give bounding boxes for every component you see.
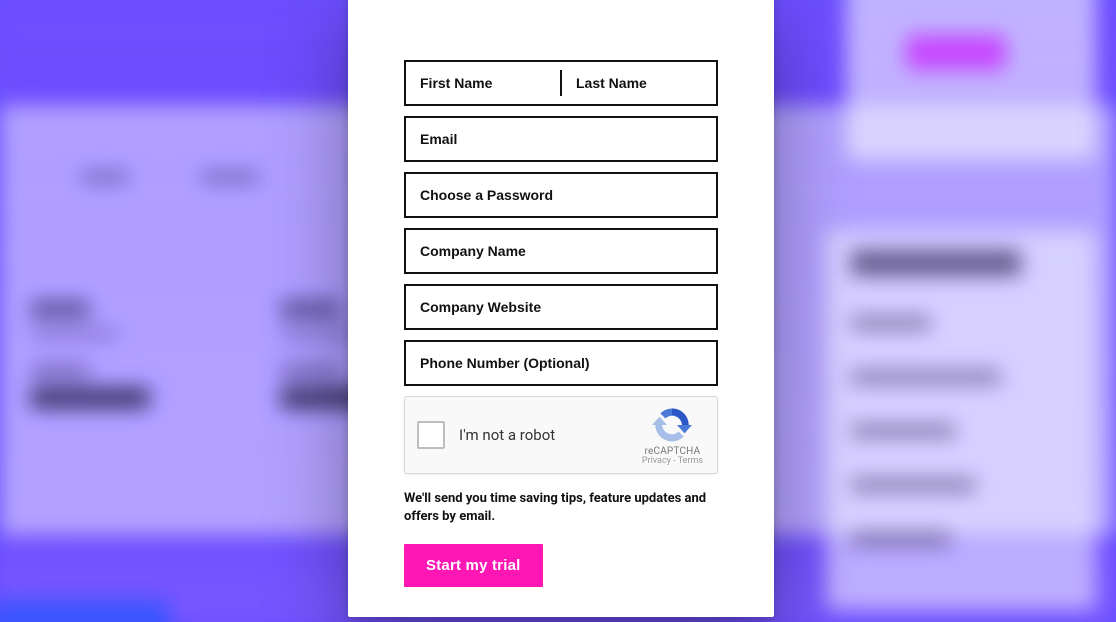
recaptcha-icon	[652, 405, 692, 445]
recaptcha-terms-link[interactable]: Terms	[678, 456, 703, 466]
recaptcha-widget: I'm not a robot reCAPTCHA Privacy - Term…	[404, 396, 718, 474]
start-trial-button[interactable]: Start my trial	[404, 544, 543, 587]
last-name-input[interactable]	[562, 62, 716, 104]
phone-input[interactable]	[406, 342, 716, 384]
password-field-row	[404, 172, 718, 218]
recaptcha-badge: reCAPTCHA Privacy - Terms	[642, 405, 703, 466]
company-website-input[interactable]	[406, 286, 716, 328]
email-field-row	[404, 116, 718, 162]
recaptcha-privacy-link[interactable]: Privacy	[642, 456, 671, 466]
website-field-row	[404, 284, 718, 330]
company-field-row	[404, 228, 718, 274]
signup-form: I'm not a robot reCAPTCHA Privacy - Term…	[404, 60, 718, 587]
email-input[interactable]	[406, 118, 716, 160]
first-name-input[interactable]	[406, 62, 560, 104]
recaptcha-label: I'm not a robot	[459, 426, 642, 444]
phone-field-row	[404, 340, 718, 386]
recaptcha-checkbox[interactable]	[417, 421, 445, 449]
company-name-input[interactable]	[406, 230, 716, 272]
name-field-row	[404, 60, 718, 106]
signup-modal: I'm not a robot reCAPTCHA Privacy - Term…	[348, 0, 774, 617]
password-input[interactable]	[406, 174, 716, 216]
email-disclaimer: We'll send you time saving tips, feature…	[404, 490, 718, 526]
